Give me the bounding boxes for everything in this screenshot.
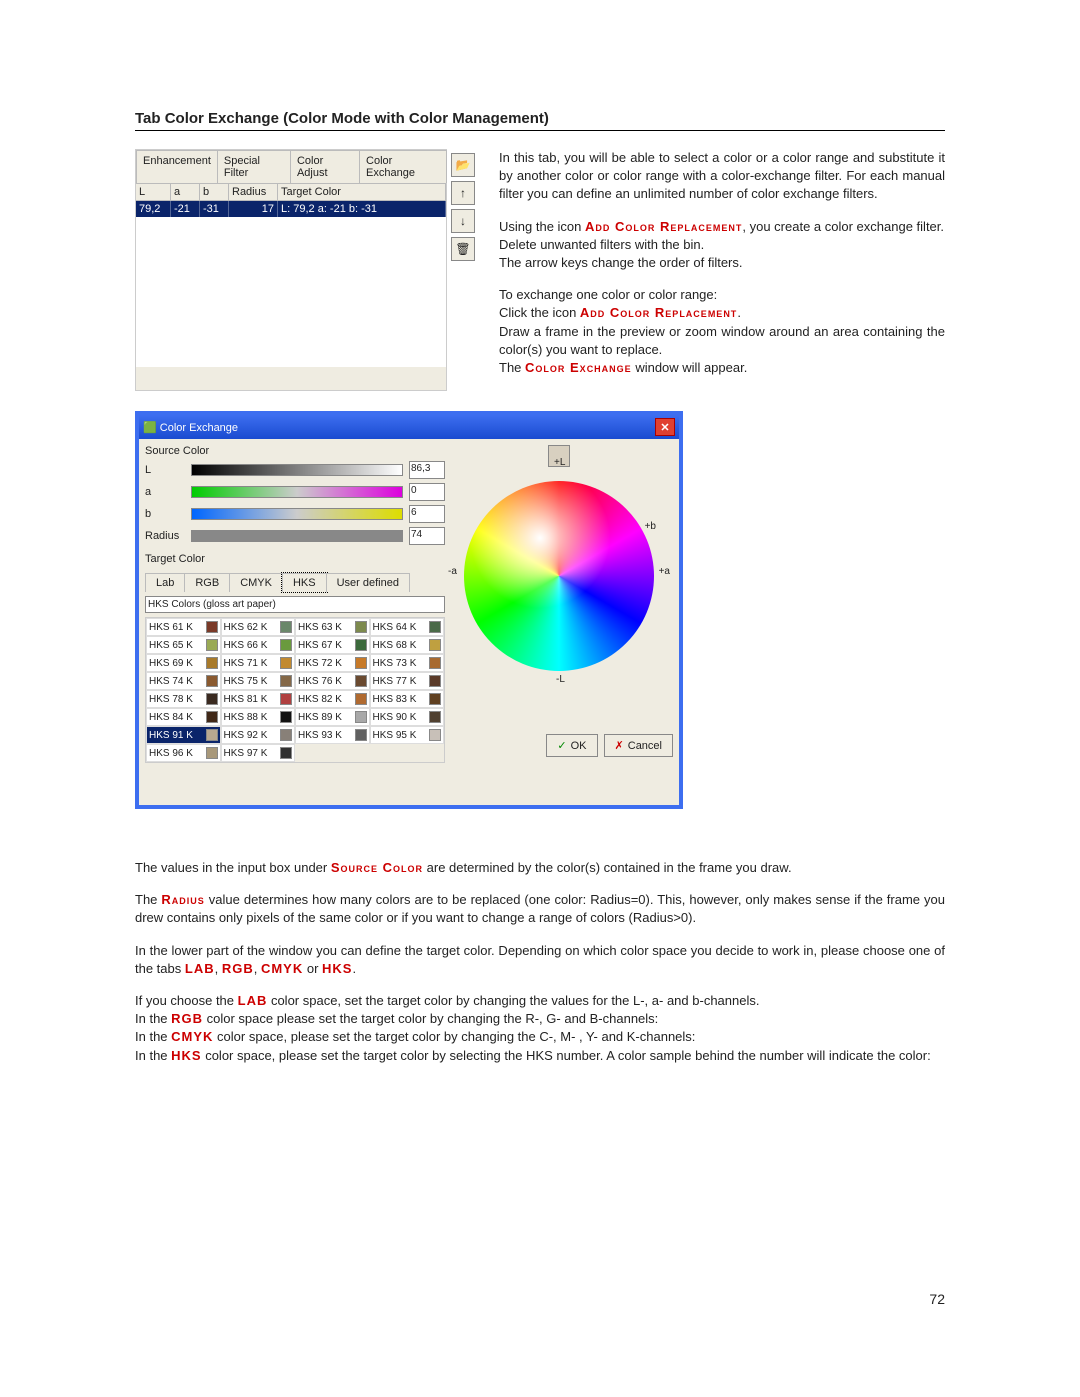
move-down-icon[interactable]: ↓ [451,209,475,233]
value-l[interactable]: 86,3 [409,461,445,479]
hks-swatch[interactable]: HKS 78 K [146,690,221,708]
value-a[interactable]: 0 [409,483,445,501]
tab-special-filter[interactable]: Special Filter [217,150,291,183]
check-icon: ✓ [557,739,566,752]
tab-user-defined[interactable]: User defined [326,573,410,592]
value-radius[interactable]: 74 [409,527,445,545]
lab-color-sphere[interactable] [464,481,654,671]
hks-swatch[interactable]: HKS 92 K [221,726,296,744]
slider-b[interactable] [191,508,403,520]
tab-color-exchange[interactable]: Color Exchange [359,150,447,183]
hks-swatch[interactable]: HKS 82 K [295,690,370,708]
cancel-button[interactable]: ✗Cancel [604,734,673,757]
axis-plus-l: +L [554,457,565,468]
open-folder-icon[interactable]: 📂 [451,153,475,177]
source-color-paragraph: The values in the input box under Source… [135,859,945,877]
hks-swatch[interactable]: HKS 73 K [370,654,445,672]
axis-plus-b: +b [645,521,656,532]
tab-lab[interactable]: Lab [145,573,185,592]
hks-swatch[interactable]: HKS 72 K [295,654,370,672]
color-exchange-dialog: 🟩 Color Exchange ✕ Source Color L 86,3 a… [135,411,683,809]
tab-cmyk[interactable]: CMYK [229,573,283,592]
filter-row-selected[interactable]: 79,2 -21 -31 17 L: 79,2 a: -21 b: -31 [136,201,446,217]
hks-swatch[interactable]: HKS 68 K [370,636,445,654]
hks-set-dropdown[interactable]: HKS Colors (gloss art paper) [145,596,445,613]
trash-icon[interactable]: 🗑 [451,237,475,261]
slider-b-label: b [145,508,185,520]
hks-swatch[interactable]: HKS 95 K [370,726,445,744]
cell-a: -21 [171,201,200,217]
hks-swatch[interactable]: HKS 89 K [295,708,370,726]
tab-enhancement[interactable]: Enhancement [136,150,218,183]
col-a: a [171,184,200,200]
howto-paragraph: To exchange one color or color range: Cl… [499,286,945,377]
hks-swatch[interactable]: HKS 93 K [295,726,370,744]
value-b[interactable]: 6 [409,505,445,523]
lab-rgb-cmyk-hks-paragraph: If you choose the LAB color space, set t… [135,992,945,1065]
hks-grid: HKS 61 KHKS 62 KHKS 63 KHKS 64 K HKS 65 K… [145,617,445,763]
target-tabs-paragraph: In the lower part of the window you can … [135,942,945,978]
hks-swatch[interactable]: HKS 76 K [295,672,370,690]
slider-a-label: a [145,486,185,498]
add-color-replacement-sc: Add Color Replacement [585,219,742,234]
tab-rgb[interactable]: RGB [184,573,230,592]
tab-hks[interactable]: HKS [282,573,327,592]
cell-target: L: 79,2 a: -21 b: -31 [278,201,446,217]
col-b: b [200,184,229,200]
cell-b: -31 [200,201,229,217]
col-target: Target Color [278,184,446,200]
radius-paragraph: The Radius value determines how many col… [135,891,945,927]
move-up-icon[interactable]: ↑ [451,181,475,205]
slider-l-label: L [145,464,185,476]
hks-swatch[interactable]: HKS 84 K [146,708,221,726]
col-l: L [136,184,171,200]
page-number: 72 [929,1291,945,1307]
slider-a[interactable] [191,486,403,498]
slider-radius[interactable] [191,530,403,542]
source-color-label: Source Color [145,445,445,457]
hks-swatch[interactable]: HKS 88 K [221,708,296,726]
section-heading: Tab Color Exchange (Color Mode with Colo… [135,110,945,131]
slider-l[interactable] [191,464,403,476]
slider-radius-label: Radius [145,530,185,542]
hks-swatch[interactable]: HKS 63 K [295,618,370,636]
axis-plus-a: +a [659,566,670,577]
close-icon[interactable]: ✕ [655,418,675,436]
hks-swatch[interactable]: HKS 65 K [146,636,221,654]
hks-swatch[interactable]: HKS 97 K [221,744,296,762]
hks-swatch[interactable]: HKS 81 K [221,690,296,708]
axis-minus-a: -a [448,566,457,577]
tab-color-adjust[interactable]: Color Adjust [290,150,360,183]
cell-l: 79,2 [136,201,171,217]
hks-swatch[interactable]: HKS 62 K [221,618,296,636]
hks-swatch[interactable]: HKS 71 K [221,654,296,672]
hks-swatch[interactable]: HKS 67 K [295,636,370,654]
intro-paragraph: In this tab, you will be able to select … [499,149,945,204]
col-radius: Radius [229,184,278,200]
hks-swatch[interactable]: HKS 66 K [221,636,296,654]
hks-swatch[interactable]: HKS 69 K [146,654,221,672]
screenshot-tab-panel: Enhancement Special Filter Color Adjust … [135,149,447,391]
hks-swatch[interactable]: HKS 64 K [370,618,445,636]
dialog-title: 🟩 Color Exchange [143,421,238,434]
hks-swatch[interactable]: HKS 61 K [146,618,221,636]
cell-radius: 17 [229,201,278,217]
hks-swatch[interactable]: HKS 96 K [146,744,221,762]
target-color-label: Target Color [145,553,445,565]
hks-swatch[interactable]: HKS 75 K [221,672,296,690]
cross-icon: ✗ [615,739,624,752]
hks-swatch[interactable]: HKS 83 K [370,690,445,708]
hks-swatch[interactable]: HKS 77 K [370,672,445,690]
hks-swatch[interactable]: HKS 91 K [146,726,221,744]
usage-paragraph: Using the icon Add Color Replacement, yo… [499,218,945,273]
hks-swatch[interactable]: HKS 74 K [146,672,221,690]
axis-minus-l: -L [556,674,565,685]
ok-button[interactable]: ✓OK [546,734,597,757]
hks-swatch[interactable]: HKS 90 K [370,708,445,726]
